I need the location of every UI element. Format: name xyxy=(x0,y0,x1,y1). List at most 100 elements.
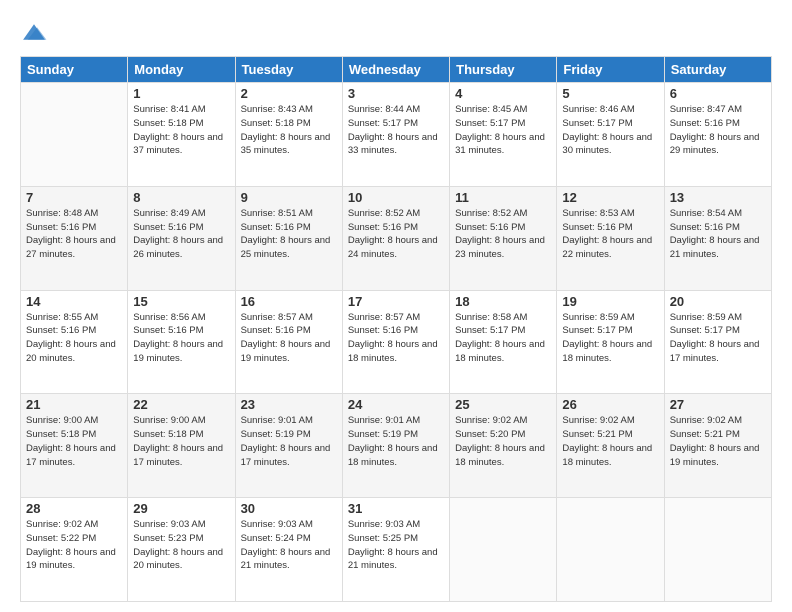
calendar-week-row: 14 Sunrise: 8:55 AMSunset: 5:16 PMDayligh… xyxy=(21,290,772,394)
calendar-cell: 30 Sunrise: 9:03 AMSunset: 5:24 PMDayligh… xyxy=(235,498,342,602)
cell-info: Sunrise: 9:00 AMSunset: 5:18 PMDaylight:… xyxy=(133,414,229,469)
cell-info: Sunrise: 8:56 AMSunset: 5:16 PMDaylight:… xyxy=(133,311,229,366)
cell-info: Sunrise: 8:57 AMSunset: 5:16 PMDaylight:… xyxy=(241,311,337,366)
cell-date-number: 10 xyxy=(348,190,444,205)
cell-date-number: 31 xyxy=(348,501,444,516)
calendar-cell: 20 Sunrise: 8:59 AMSunset: 5:17 PMDayligh… xyxy=(664,290,771,394)
calendar-week-row: 21 Sunrise: 9:00 AMSunset: 5:18 PMDayligh… xyxy=(21,394,772,498)
cell-info: Sunrise: 8:58 AMSunset: 5:17 PMDaylight:… xyxy=(455,311,551,366)
calendar-cell: 23 Sunrise: 9:01 AMSunset: 5:19 PMDayligh… xyxy=(235,394,342,498)
cell-date-number: 9 xyxy=(241,190,337,205)
page: SundayMondayTuesdayWednesdayThursdayFrid… xyxy=(0,0,792,612)
cell-date-number: 14 xyxy=(26,294,122,309)
cell-date-number: 11 xyxy=(455,190,551,205)
cell-info: Sunrise: 9:01 AMSunset: 5:19 PMDaylight:… xyxy=(348,414,444,469)
cell-date-number: 13 xyxy=(670,190,766,205)
calendar-cell: 7 Sunrise: 8:48 AMSunset: 5:16 PMDaylight… xyxy=(21,186,128,290)
cell-date-number: 12 xyxy=(562,190,658,205)
cell-date-number: 19 xyxy=(562,294,658,309)
cell-info: Sunrise: 9:02 AMSunset: 5:21 PMDaylight:… xyxy=(562,414,658,469)
calendar-cell: 3Sunrise: 8:44 AMSunset: 5:17 PMDaylight… xyxy=(342,83,449,187)
cell-info: Sunrise: 8:59 AMSunset: 5:17 PMDaylight:… xyxy=(670,311,766,366)
cell-info: Sunrise: 8:47 AMSunset: 5:16 PMDaylight:… xyxy=(670,103,766,158)
cell-date-number: 28 xyxy=(26,501,122,516)
cell-info: Sunrise: 8:52 AMSunset: 5:16 PMDaylight:… xyxy=(348,207,444,262)
calendar-table: SundayMondayTuesdayWednesdayThursdayFrid… xyxy=(20,56,772,602)
calendar-cell: 26 Sunrise: 9:02 AMSunset: 5:21 PMDayligh… xyxy=(557,394,664,498)
cell-date-number: 8 xyxy=(133,190,229,205)
weekday-header-thursday: Thursday xyxy=(450,57,557,83)
cell-date-number: 23 xyxy=(241,397,337,412)
cell-info: Sunrise: 9:01 AMSunset: 5:19 PMDaylight:… xyxy=(241,414,337,469)
calendar-cell: 15 Sunrise: 8:56 AMSunset: 5:16 PMDayligh… xyxy=(128,290,235,394)
cell-date-number: 24 xyxy=(348,397,444,412)
cell-date-number: 16 xyxy=(241,294,337,309)
calendar-cell: 18 Sunrise: 8:58 AMSunset: 5:17 PMDayligh… xyxy=(450,290,557,394)
cell-info: Sunrise: 8:49 AMSunset: 5:16 PMDaylight:… xyxy=(133,207,229,262)
cell-date-number: 1 xyxy=(133,86,229,101)
cell-info: Sunrise: 8:51 AMSunset: 5:16 PMDaylight:… xyxy=(241,207,337,262)
calendar-cell: 1Sunrise: 8:41 AMSunset: 5:18 PMDaylight… xyxy=(128,83,235,187)
cell-info: Sunrise: 8:43 AMSunset: 5:18 PMDaylight:… xyxy=(241,103,337,158)
calendar-cell: 21 Sunrise: 9:00 AMSunset: 5:18 PMDayligh… xyxy=(21,394,128,498)
calendar-cell: 31 Sunrise: 9:03 AMSunset: 5:25 PMDayligh… xyxy=(342,498,449,602)
cell-date-number: 18 xyxy=(455,294,551,309)
calendar-cell: 27 Sunrise: 9:02 AMSunset: 5:21 PMDayligh… xyxy=(664,394,771,498)
cell-info: Sunrise: 9:02 AMSunset: 5:22 PMDaylight:… xyxy=(26,518,122,573)
cell-info: Sunrise: 8:59 AMSunset: 5:17 PMDaylight:… xyxy=(562,311,658,366)
cell-info: Sunrise: 8:57 AMSunset: 5:16 PMDaylight:… xyxy=(348,311,444,366)
calendar-cell: 25 Sunrise: 9:02 AMSunset: 5:20 PMDayligh… xyxy=(450,394,557,498)
calendar-cell: 10 Sunrise: 8:52 AMSunset: 5:16 PMDayligh… xyxy=(342,186,449,290)
cell-date-number: 27 xyxy=(670,397,766,412)
calendar-cell: 14 Sunrise: 8:55 AMSunset: 5:16 PMDayligh… xyxy=(21,290,128,394)
weekday-header-sunday: Sunday xyxy=(21,57,128,83)
cell-info: Sunrise: 8:46 AMSunset: 5:17 PMDaylight:… xyxy=(562,103,658,158)
weekday-header-monday: Monday xyxy=(128,57,235,83)
calendar-cell xyxy=(21,83,128,187)
cell-date-number: 22 xyxy=(133,397,229,412)
cell-date-number: 5 xyxy=(562,86,658,101)
cell-date-number: 26 xyxy=(562,397,658,412)
calendar-cell: 8 Sunrise: 8:49 AMSunset: 5:16 PMDaylight… xyxy=(128,186,235,290)
cell-info: Sunrise: 9:02 AMSunset: 5:21 PMDaylight:… xyxy=(670,414,766,469)
weekday-header-tuesday: Tuesday xyxy=(235,57,342,83)
cell-date-number: 20 xyxy=(670,294,766,309)
cell-info: Sunrise: 8:45 AMSunset: 5:17 PMDaylight:… xyxy=(455,103,551,158)
calendar-cell: 13 Sunrise: 8:54 AMSunset: 5:16 PMDayligh… xyxy=(664,186,771,290)
header xyxy=(20,18,772,46)
cell-info: Sunrise: 8:52 AMSunset: 5:16 PMDaylight:… xyxy=(455,207,551,262)
cell-info: Sunrise: 9:02 AMSunset: 5:20 PMDaylight:… xyxy=(455,414,551,469)
calendar-cell: 22 Sunrise: 9:00 AMSunset: 5:18 PMDayligh… xyxy=(128,394,235,498)
calendar-cell: 11 Sunrise: 8:52 AMSunset: 5:16 PMDayligh… xyxy=(450,186,557,290)
cell-info: Sunrise: 8:48 AMSunset: 5:16 PMDaylight:… xyxy=(26,207,122,262)
calendar-cell: 29 Sunrise: 9:03 AMSunset: 5:23 PMDayligh… xyxy=(128,498,235,602)
cell-info: Sunrise: 9:03 AMSunset: 5:25 PMDaylight:… xyxy=(348,518,444,573)
cell-info: Sunrise: 8:55 AMSunset: 5:16 PMDaylight:… xyxy=(26,311,122,366)
cell-date-number: 15 xyxy=(133,294,229,309)
cell-info: Sunrise: 9:03 AMSunset: 5:24 PMDaylight:… xyxy=(241,518,337,573)
calendar-cell: 4Sunrise: 8:45 AMSunset: 5:17 PMDaylight… xyxy=(450,83,557,187)
logo xyxy=(20,18,52,46)
calendar-cell: 17Sunrise: 8:57 AMSunset: 5:16 PMDayligh… xyxy=(342,290,449,394)
calendar-cell: 12 Sunrise: 8:53 AMSunset: 5:16 PMDayligh… xyxy=(557,186,664,290)
cell-info: Sunrise: 9:00 AMSunset: 5:18 PMDaylight:… xyxy=(26,414,122,469)
cell-date-number: 30 xyxy=(241,501,337,516)
calendar-week-row: 28 Sunrise: 9:02 AMSunset: 5:22 PMDayligh… xyxy=(21,498,772,602)
calendar-cell: 19 Sunrise: 8:59 AMSunset: 5:17 PMDayligh… xyxy=(557,290,664,394)
cell-info: Sunrise: 8:53 AMSunset: 5:16 PMDaylight:… xyxy=(562,207,658,262)
cell-date-number: 25 xyxy=(455,397,551,412)
cell-date-number: 2 xyxy=(241,86,337,101)
cell-date-number: 21 xyxy=(26,397,122,412)
calendar-cell xyxy=(557,498,664,602)
calendar-week-row: 7 Sunrise: 8:48 AMSunset: 5:16 PMDaylight… xyxy=(21,186,772,290)
logo-icon xyxy=(20,18,48,46)
weekday-header-wednesday: Wednesday xyxy=(342,57,449,83)
cell-info: Sunrise: 8:54 AMSunset: 5:16 PMDaylight:… xyxy=(670,207,766,262)
cell-info: Sunrise: 9:03 AMSunset: 5:23 PMDaylight:… xyxy=(133,518,229,573)
calendar-cell: 6Sunrise: 8:47 AMSunset: 5:16 PMDaylight… xyxy=(664,83,771,187)
calendar-cell: 2 Sunrise: 8:43 AMSunset: 5:18 PMDaylight… xyxy=(235,83,342,187)
calendar-cell: 28 Sunrise: 9:02 AMSunset: 5:22 PMDayligh… xyxy=(21,498,128,602)
cell-date-number: 7 xyxy=(26,190,122,205)
calendar-cell xyxy=(664,498,771,602)
cell-date-number: 29 xyxy=(133,501,229,516)
